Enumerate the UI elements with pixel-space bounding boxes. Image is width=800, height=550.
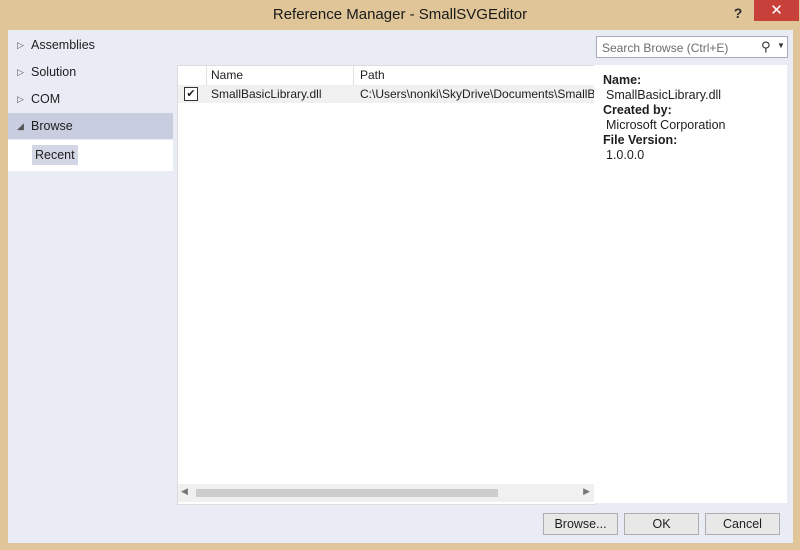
- nav-item-label: Solution: [31, 65, 77, 79]
- details-panel: Name: SmallBasicLibrary.dll Created by: …: [594, 65, 787, 503]
- header-checkbox-column: [178, 66, 207, 85]
- nav-item-label: Assemblies: [31, 38, 95, 52]
- detail-version-value: 1.0.0.0: [606, 148, 645, 162]
- help-button[interactable]: ?: [727, 5, 749, 23]
- nav-subitem-container: Recent: [8, 140, 173, 171]
- nav-item-com[interactable]: ▷ COM: [8, 86, 173, 112]
- scroll-right-icon[interactable]: ▶: [583, 486, 590, 497]
- collapse-arrow-icon: ◢: [17, 121, 24, 131]
- nav-item-solution[interactable]: ▷ Solution: [8, 59, 173, 85]
- detail-name-label: Name:: [603, 73, 642, 87]
- column-header-path[interactable]: Path: [355, 66, 595, 85]
- title-bar: Reference Manager - SmallSVGEditor ? ✕: [0, 0, 800, 30]
- row-checkbox[interactable]: ✔: [184, 87, 198, 101]
- grid-header: Name Path: [178, 66, 595, 86]
- left-navigation: ▷ Assemblies ▷ Solution ▷ COM ◢ Browse R…: [8, 30, 173, 506]
- horizontal-scrollbar[interactable]: ◀ ▶: [178, 484, 595, 502]
- detail-created-label: Created by:: [603, 103, 672, 117]
- nav-item-label: Browse: [31, 119, 73, 133]
- nav-item-assemblies[interactable]: ▷ Assemblies: [8, 32, 173, 58]
- reference-grid: Name Path ✔ SmallBasicLibrary.dll C:\Use…: [177, 65, 596, 505]
- search-icon[interactable]: ⚲: [761, 39, 771, 55]
- browse-button[interactable]: Browse...: [543, 513, 618, 535]
- ok-button[interactable]: OK: [624, 513, 699, 535]
- chevron-down-icon[interactable]: ▼: [777, 41, 785, 50]
- scrollbar-thumb[interactable]: [196, 489, 498, 497]
- close-button[interactable]: ✕: [754, 0, 799, 21]
- table-row[interactable]: ✔ SmallBasicLibrary.dll C:\Users\nonki\S…: [178, 85, 595, 103]
- reference-manager-window: Reference Manager - SmallSVGEditor ? ✕ ▷…: [0, 0, 800, 550]
- expand-arrow-icon: ▷: [17, 40, 24, 50]
- dialog-footer: Browse... OK Cancel: [8, 506, 793, 543]
- dialog-body: ▷ Assemblies ▷ Solution ▷ COM ◢ Browse R…: [8, 30, 793, 543]
- expand-arrow-icon: ▷: [17, 94, 24, 104]
- nav-item-label: COM: [31, 92, 61, 106]
- row-name-cell: SmallBasicLibrary.dll: [211, 87, 322, 101]
- nav-subitem-recent[interactable]: Recent: [32, 145, 78, 165]
- detail-name-value: SmallBasicLibrary.dll: [606, 88, 722, 102]
- detail-created-value: Microsoft Corporation: [606, 118, 726, 132]
- nav-item-browse[interactable]: ◢ Browse: [8, 113, 173, 139]
- detail-version-label: File Version:: [603, 133, 678, 147]
- search-input[interactable]: [600, 39, 762, 57]
- window-title: Reference Manager - SmallSVGEditor: [272, 6, 528, 23]
- row-path-cell: C:\Users\nonki\SkyDrive\Documents\SmallB: [360, 87, 595, 101]
- scroll-left-icon[interactable]: ◀: [181, 486, 188, 497]
- cancel-button[interactable]: Cancel: [705, 513, 780, 535]
- search-box: ⚲ ▼: [596, 36, 788, 58]
- column-header-name[interactable]: Name: [207, 66, 354, 85]
- expand-arrow-icon: ▷: [17, 67, 24, 77]
